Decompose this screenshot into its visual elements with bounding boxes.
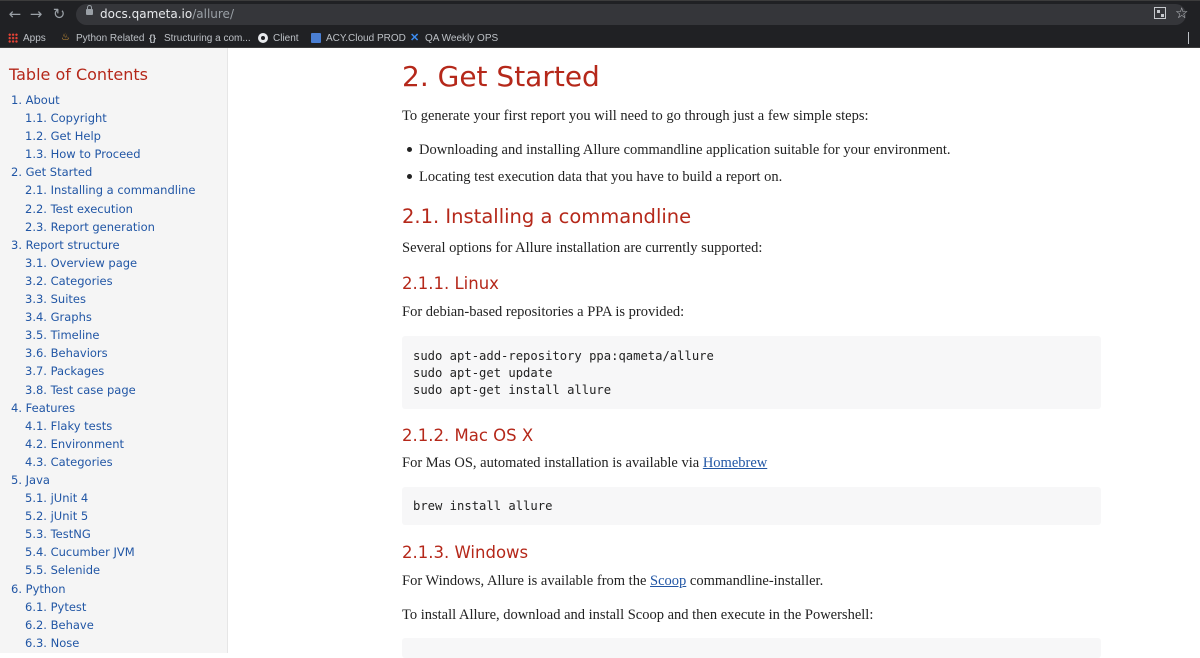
toc-link[interactable]: 3. Report structure [0,236,196,254]
toc-link[interactable]: 5.3. TestNG [0,525,196,543]
lock-icon[interactable] [86,5,93,15]
apps-grid-icon [8,33,18,43]
subsection-heading-linux: 2.1.1. Linux [402,274,499,293]
bookmark-acy-cloud-prod[interactable]: ACY.Cloud PROD [311,30,406,46]
toc-link[interactable]: 6.1. Pytest [0,598,196,616]
toc-sidebar: Table of Contents 1. About 1.1. Copyright… [0,48,228,653]
intro-paragraph: To generate your first report you will n… [402,108,869,124]
subsection-heading-mac: 2.1.2. Mac OS X [402,426,534,445]
toc-list: 1. About 1.1. Copyright 1.2. Get Help 1.3. … [0,91,196,652]
toc-link[interactable]: 1.2. Get Help [0,127,196,145]
client-icon [258,33,268,43]
toc-link[interactable]: 4.3. Categories [0,453,196,471]
curly-braces-icon: {} [149,33,157,43]
toc-link[interactable]: 2. Get Started [0,163,196,181]
bookmark-python-related[interactable]: ♨ Python Related [61,30,144,46]
page-title: 2. Get Started [402,60,600,93]
address-bar[interactable]: docs.qameta.io/allure/ [76,4,1186,25]
back-button[interactable]: ← [6,5,24,23]
bookmark-apps[interactable]: Apps [8,30,46,46]
reload-button[interactable]: ↻ [50,5,68,23]
toc-link[interactable]: 6. Python [0,580,196,598]
toc-link[interactable]: 5.5. Selenide [0,561,196,579]
python-icon: ♨ [61,32,70,43]
list-item: Downloading and installing Allure comman… [407,141,951,159]
section-heading-installing: 2.1. Installing a commandline [402,205,692,228]
code-linux: sudo apt-add-repository ppa:qameta/allur… [413,349,714,397]
list-item: Locating test execution data that you ha… [407,168,782,186]
mac-text: For Mas OS, automated installation is av… [402,455,768,471]
forward-button[interactable]: → [27,5,45,23]
code-block-windows[interactable] [402,638,1101,658]
toc-link[interactable]: 2.2. Test execution [0,200,196,218]
windows-install-text: To install Allure, download and install … [402,607,874,623]
toc-link[interactable]: 4.2. Environment [0,435,196,453]
toc-link[interactable]: 3.7. Packages [0,362,196,380]
bookmark-client[interactable]: Client [258,30,299,46]
toc-link[interactable]: 1.3. How to Proceed [0,145,196,163]
toc-link[interactable]: 3.8. Test case page [0,381,196,399]
toc-link[interactable]: 6.3. Nose [0,634,196,652]
toc-link[interactable]: 3.4. Graphs [0,308,196,326]
bookmark-structuring[interactable]: {} Structuring a com... [149,30,251,46]
bookmarks-bar: Apps ♨ Python Related {} Structuring a c… [0,28,1200,48]
code-mac: brew install allure [413,499,553,513]
toc-title: Table of Contents [9,65,148,84]
toc-link[interactable]: 3.1. Overview page [0,254,196,272]
code-block-linux[interactable]: sudo apt-add-repository ppa:qameta/allur… [402,336,1101,409]
scoop-link[interactable]: Scoop [650,573,686,589]
toc-link[interactable]: 5. Java [0,471,196,489]
toc-link[interactable]: 1.1. Copyright [0,109,196,127]
toc-link[interactable]: 3.3. Suites [0,290,196,308]
star-icon[interactable]: ☆ [1175,4,1188,22]
toc-link[interactable]: 6.2. Behave [0,616,196,634]
qr-code-icon[interactable] [1154,7,1166,19]
toc-link[interactable]: 5.1. jUnit 4 [0,489,196,507]
bullet-icon [407,147,412,153]
subsection-heading-windows: 2.1.3. Windows [402,543,529,562]
toc-link[interactable]: 2.3. Report generation [0,218,196,236]
toc-link[interactable]: 3.2. Categories [0,272,196,290]
linux-text: For debian-based repositories a PPA is p… [402,304,685,320]
toc-link[interactable]: 3.6. Behaviors [0,344,196,362]
code-block-mac[interactable]: brew install allure [402,487,1101,525]
windows-text: For Windows, Allure is available from th… [402,573,824,589]
toc-link[interactable]: 4. Features [0,399,196,417]
toc-link[interactable]: 4.1. Flaky tests [0,417,196,435]
browser-toolbar: ← → ↻ docs.qameta.io/allure/ ☆ [0,0,1200,28]
bookmark-qa-weekly-ops[interactable]: ✕ QA Weekly OPS [410,30,498,46]
toc-link[interactable]: 3.5. Timeline [0,326,196,344]
acy-cloud-icon [311,33,321,43]
toc-link[interactable]: 1. About [0,91,196,109]
url-text[interactable]: docs.qameta.io/allure/ [100,7,234,22]
toc-link[interactable]: 5.4. Cucumber JVM [0,543,196,561]
bookmarks-divider [1188,32,1189,44]
install-intro: Several options for Allure installation … [402,240,763,256]
toc-link[interactable]: 5.2. jUnit 5 [0,507,196,525]
homebrew-link[interactable]: Homebrew [703,455,767,471]
toc-link[interactable]: 2.1. Installing a commandline [0,181,196,199]
confluence-icon: ✕ [410,32,420,44]
bullet-icon [407,174,412,180]
